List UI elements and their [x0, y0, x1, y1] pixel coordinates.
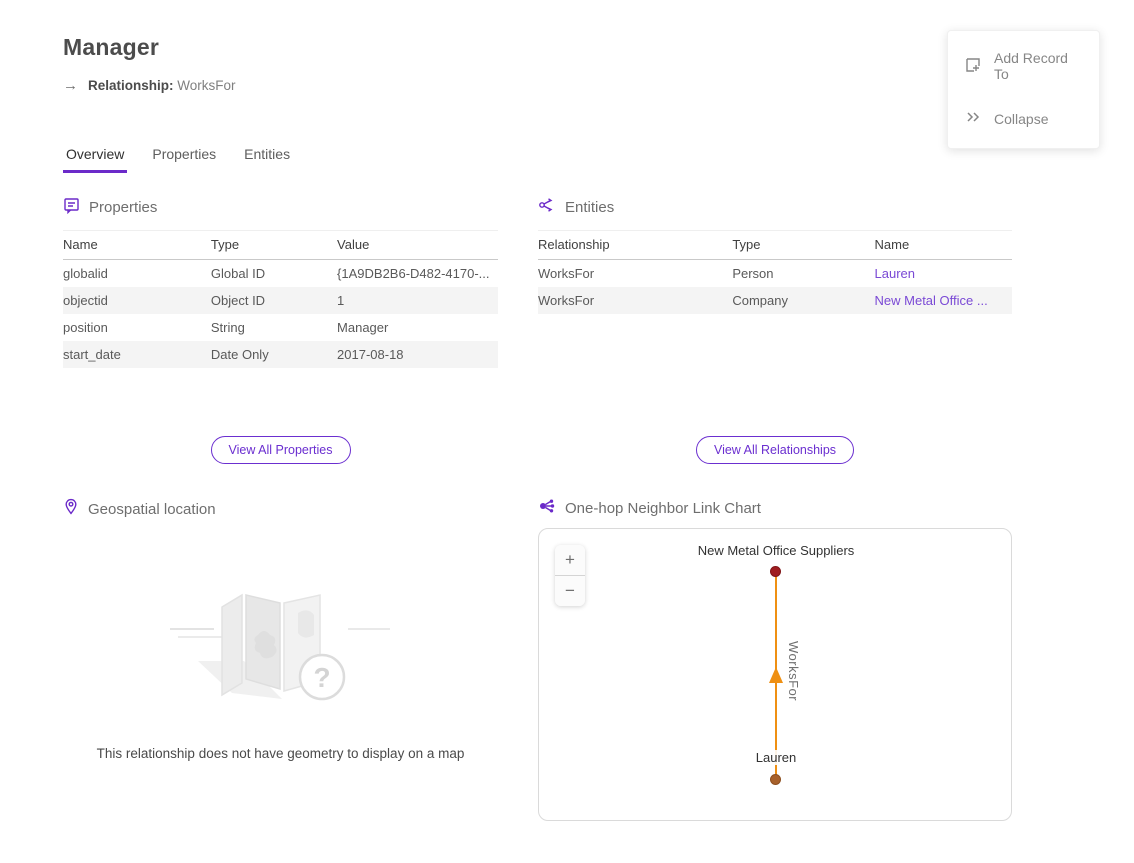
- view-all-relationships-row: View All Relationships: [538, 436, 1012, 464]
- column-header: Type: [211, 231, 337, 260]
- properties-section-header: Properties: [63, 197, 157, 218]
- edge-direction-arrow: [769, 667, 783, 683]
- link-chart-icon: [538, 498, 556, 518]
- table-row: WorksFor Company New Metal Office ...: [538, 287, 1012, 314]
- collapse-icon: [964, 108, 982, 129]
- tab-entities[interactable]: Entities: [244, 144, 290, 173]
- entity-link-new-metal-office[interactable]: New Metal Office ...: [875, 293, 988, 308]
- geospatial-section-title: Geospatial location: [88, 501, 216, 518]
- link-chart-section-header: One-hop Neighbor Link Chart: [538, 498, 761, 518]
- menu-item-add-record-to[interactable]: Add Record To: [948, 37, 1099, 95]
- record-detail-page: Add Record To Collapse Manager → Relatio…: [0, 0, 1134, 863]
- right-column: Entities Relationship Type Name WorksFor…: [538, 190, 1012, 850]
- table-header-row: Relationship Type Name: [538, 231, 1012, 260]
- column-header: Name: [875, 231, 1012, 260]
- tab-bar: Overview Properties Entities: [66, 144, 290, 173]
- properties-table: Name Type Value globalid Global ID {1A9D…: [63, 230, 498, 368]
- table-row: position String Manager: [63, 314, 498, 341]
- edge-label: WorksFor: [786, 641, 801, 701]
- company-node[interactable]: [770, 566, 781, 577]
- table-row: WorksFor Person Lauren: [538, 260, 1012, 288]
- geospatial-section-header: Geospatial location: [63, 498, 216, 520]
- table-header-row: Name Type Value: [63, 231, 498, 260]
- table-row: objectid Object ID 1: [63, 287, 498, 314]
- record-type-label: Relationship:: [88, 78, 174, 93]
- menu-item-label: Collapse: [994, 111, 1048, 127]
- tab-properties[interactable]: Properties: [152, 144, 216, 173]
- menu-item-collapse[interactable]: Collapse: [948, 95, 1099, 142]
- entities-section-title: Entities: [565, 199, 614, 216]
- table-row: globalid Global ID {1A9DB2B6-D482-4170-.…: [63, 260, 498, 288]
- link-chart-section-title: One-hop Neighbor Link Chart: [565, 500, 761, 517]
- record-type-subtitle: → Relationship: WorksFor: [63, 77, 236, 94]
- context-menu: Add Record To Collapse: [947, 30, 1100, 149]
- node-label-person: Lauren: [753, 750, 799, 765]
- table-row: start_date Date Only 2017-08-18: [63, 341, 498, 368]
- add-record-icon: [964, 56, 982, 77]
- link-chart-canvas[interactable]: + − WorksFor New Metal Office Suppliers …: [538, 528, 1012, 821]
- entity-link-lauren[interactable]: Lauren: [875, 266, 915, 281]
- view-all-relationships-button[interactable]: View All Relationships: [696, 436, 854, 464]
- view-all-properties-button[interactable]: View All Properties: [211, 436, 351, 464]
- view-all-properties-row: View All Properties: [63, 436, 498, 464]
- one-hop-graph: WorksFor New Metal Office Suppliers Laur…: [539, 529, 1011, 820]
- entities-table: Relationship Type Name WorksFor Person L…: [538, 230, 1012, 314]
- menu-item-label: Add Record To: [994, 50, 1083, 82]
- tab-overview[interactable]: Overview: [66, 144, 124, 173]
- record-type-value: WorksFor: [177, 78, 235, 93]
- map-placeholder-illustration: ?: [170, 565, 390, 720]
- entities-icon: [538, 197, 556, 217]
- geometry-empty-message: This relationship does not have geometry…: [63, 746, 498, 761]
- map-pin-icon: [63, 498, 79, 520]
- node-label-company: New Metal Office Suppliers: [695, 543, 858, 558]
- properties-section-title: Properties: [89, 199, 157, 216]
- column-header: Type: [732, 231, 874, 260]
- entities-section-header: Entities: [538, 197, 614, 217]
- person-node[interactable]: [770, 774, 781, 785]
- left-column: Properties Name Type Value globalid Glob…: [63, 190, 498, 850]
- properties-icon: [63, 197, 80, 218]
- relationship-arrow-icon: →: [63, 77, 78, 94]
- column-header: Name: [63, 231, 211, 260]
- column-header: Value: [337, 231, 498, 260]
- svg-text:?: ?: [313, 662, 330, 693]
- page-title: Manager: [63, 34, 159, 61]
- column-header: Relationship: [538, 231, 732, 260]
